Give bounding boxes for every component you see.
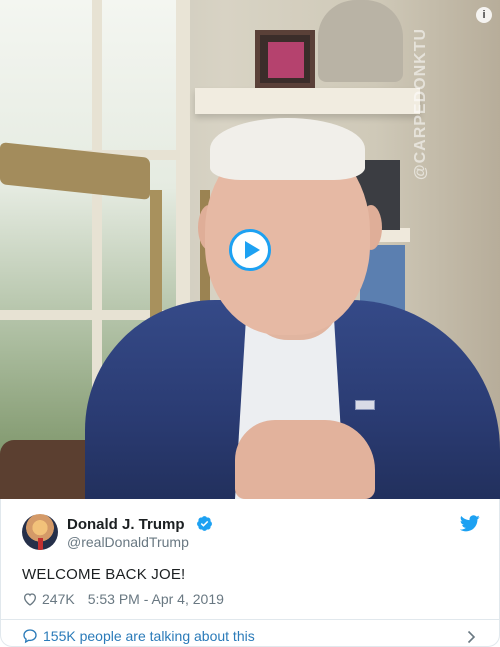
play-button[interactable]: [229, 229, 271, 271]
video-player[interactable]: @CARPEDONKTUM i: [0, 0, 500, 499]
chevron-right-icon[interactable]: [465, 630, 477, 644]
avatar[interactable]: [22, 514, 58, 550]
tweet-meta: 247K 5:53 PM - Apr 4, 2019: [22, 591, 224, 607]
conversation-link[interactable]: 155K people are talking about this: [22, 628, 255, 644]
hand: [235, 420, 375, 499]
shelf-vase: [318, 0, 403, 82]
timestamp[interactable]: 5:53 PM - Apr 4, 2019: [88, 591, 224, 607]
tweet-text: WELCOME BACK JOE!: [22, 566, 186, 583]
hair: [210, 118, 365, 180]
twitter-bird-icon[interactable]: [460, 515, 480, 532]
info-icon[interactable]: i: [476, 7, 492, 23]
tweet-card: Donald J. Trump @realDonaldTrump WELCOME…: [0, 499, 500, 647]
author-name[interactable]: Donald J. Trump: [67, 516, 185, 533]
divider: [1, 619, 499, 620]
author-handle[interactable]: @realDonaldTrump: [67, 534, 189, 550]
conversation-count: 155K people are talking about this: [43, 628, 255, 644]
like-count[interactable]: 247K: [42, 591, 75, 607]
verified-badge-icon: [197, 516, 212, 531]
heart-icon[interactable]: [22, 591, 38, 607]
play-icon: [244, 241, 260, 259]
lapel-pin: [355, 400, 375, 410]
speech-bubble-icon: [23, 629, 37, 644]
picture-frame-inner: [268, 42, 304, 78]
video-watermark: @CARPEDONKTUM: [412, 30, 429, 180]
avatar-tie: [38, 538, 43, 550]
shelf: [195, 88, 420, 114]
